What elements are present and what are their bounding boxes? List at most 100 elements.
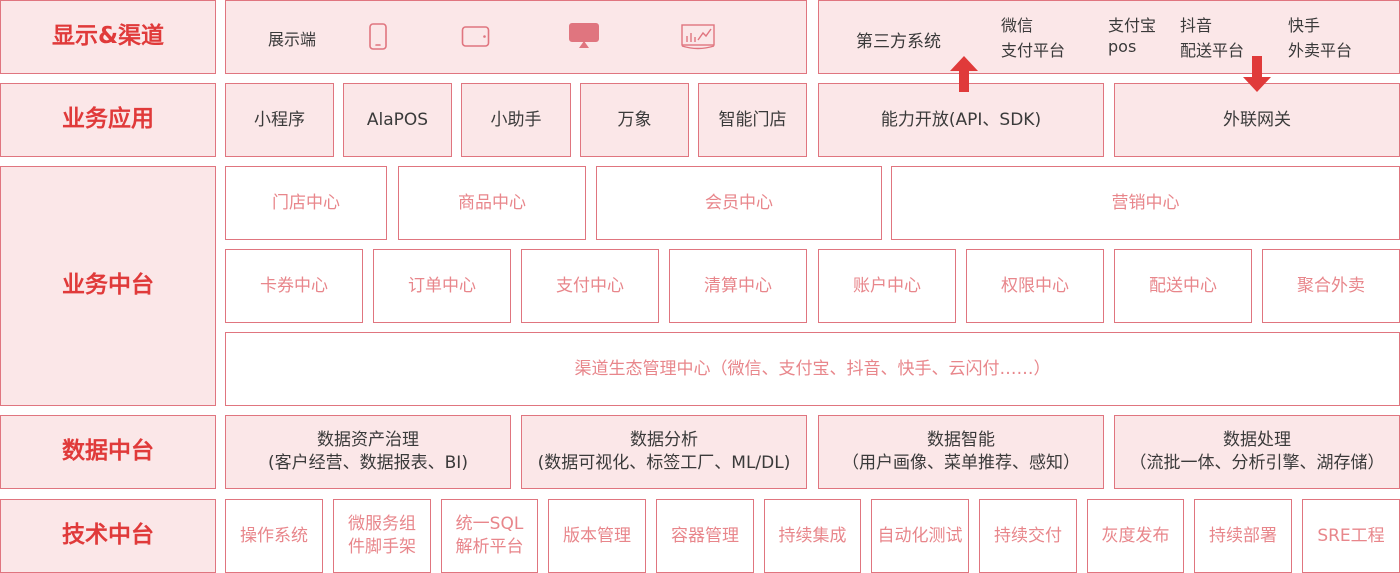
center-item-label: 聚合外卖 bbox=[1297, 275, 1365, 296]
gateway-box: 外联网关 bbox=[1114, 83, 1400, 157]
center-item: 卡券中心 bbox=[225, 249, 363, 323]
presentation-chart-icon bbox=[681, 24, 715, 50]
third-party-label: 第三方系统 bbox=[856, 32, 941, 52]
data-item-title: 数据智能 bbox=[927, 430, 995, 451]
phone-icon bbox=[369, 23, 387, 50]
data-item-title: 数据处理 bbox=[1223, 430, 1291, 451]
open-api-box: 能力开放(API、SDK) bbox=[818, 83, 1104, 157]
center-item-label: 会员中心 bbox=[705, 192, 773, 213]
tech-item-label: 灰度发布 bbox=[1101, 525, 1170, 546]
center-item-label: 商品中心 bbox=[458, 192, 526, 213]
tech-item-label: 版本管理 bbox=[563, 525, 631, 546]
third-party-item: 配送平台 bbox=[1180, 41, 1245, 60]
category-label: 数据中台 bbox=[62, 438, 154, 465]
tech-item: 操作系统 bbox=[225, 499, 323, 573]
third-party-item: 支付宝 bbox=[1108, 16, 1157, 35]
third-party-item: 抖音 bbox=[1180, 16, 1213, 35]
tech-item-label: 微服务组 bbox=[348, 514, 416, 535]
data-item-subtitle: (数据可视化、标签工厂、ML/DL) bbox=[537, 453, 791, 473]
center-item: 会员中心 bbox=[596, 166, 882, 240]
center-item: 订单中心 bbox=[373, 249, 511, 323]
tech-item: 统一SQL 解析平台 bbox=[441, 499, 538, 573]
third-party-item: 微信 bbox=[1001, 16, 1034, 35]
channel-ecosystem-label: 渠道生态管理中心（微信、支付宝、抖音、快手、云闪付……） bbox=[574, 358, 1051, 379]
arrow-up-icon bbox=[950, 56, 978, 92]
tech-item: 持续交付 bbox=[979, 499, 1077, 573]
tech-item-label: 操作系统 bbox=[240, 525, 308, 546]
app-item: 智能门店 bbox=[698, 83, 807, 157]
center-item-label: 配送中心 bbox=[1149, 275, 1217, 296]
third-party-item: 支付平台 bbox=[1001, 41, 1066, 60]
center-item: 权限中心 bbox=[966, 249, 1104, 323]
center-item-label: 账户中心 bbox=[853, 275, 921, 296]
data-item-subtitle: （流批一体、分析引擎、湖存储） bbox=[1129, 453, 1385, 473]
center-item: 清算中心 bbox=[669, 249, 807, 323]
tech-item: 容器管理 bbox=[656, 499, 754, 573]
app-item-label: AlaPOS bbox=[366, 109, 429, 130]
display-devices-label: 展示端 bbox=[268, 30, 317, 49]
tech-item-label: 持续部署 bbox=[1209, 525, 1277, 546]
app-item-label: 万象 bbox=[617, 109, 652, 130]
center-item: 聚合外卖 bbox=[1262, 249, 1400, 323]
app-item: 小程序 bbox=[225, 83, 334, 157]
tech-item-label: 持续交付 bbox=[994, 525, 1062, 546]
channel-ecosystem-center: 渠道生态管理中心（微信、支付宝、抖音、快手、云闪付……） bbox=[225, 332, 1400, 406]
tech-item: 自动化测试 bbox=[871, 499, 969, 573]
center-item-label: 权限中心 bbox=[1001, 275, 1069, 296]
third-party-item: 快手 bbox=[1288, 16, 1321, 35]
tech-item-label: SRE工程 bbox=[1317, 525, 1385, 546]
center-item-label: 订单中心 bbox=[408, 275, 476, 296]
category-label: 技术中台 bbox=[62, 522, 154, 549]
tech-item: 版本管理 bbox=[548, 499, 646, 573]
category-business-apps: 业务应用 bbox=[0, 83, 216, 157]
third-party-item: pos bbox=[1108, 37, 1137, 56]
data-item: 数据分析 (数据可视化、标签工厂、ML/DL) bbox=[521, 415, 807, 489]
data-item-title: 数据资产治理 bbox=[317, 430, 419, 451]
category-label: 业务中台 bbox=[62, 272, 154, 299]
center-item: 支付中心 bbox=[521, 249, 659, 323]
category-data-middle: 数据中台 bbox=[0, 415, 216, 489]
tech-item: 灰度发布 bbox=[1087, 499, 1184, 573]
category-label: 业务应用 bbox=[62, 106, 154, 133]
data-item: 数据处理 （流批一体、分析引擎、湖存储） bbox=[1114, 415, 1400, 489]
tech-item-label: 解析平台 bbox=[455, 537, 524, 557]
tech-item-label: 统一SQL bbox=[455, 514, 524, 535]
center-item: 账户中心 bbox=[818, 249, 956, 323]
center-item: 门店中心 bbox=[225, 166, 387, 240]
app-item: 万象 bbox=[580, 83, 689, 157]
app-item: AlaPOS bbox=[343, 83, 452, 157]
third-party-item: 外卖平台 bbox=[1288, 41, 1353, 60]
tech-item: 持续集成 bbox=[764, 499, 861, 573]
tech-item-label: 持续集成 bbox=[778, 525, 847, 546]
center-item-label: 支付中心 bbox=[556, 275, 624, 296]
data-item-subtitle: (客户经营、数据报表、BI) bbox=[268, 453, 468, 473]
gateway-label: 外联网关 bbox=[1223, 109, 1291, 130]
data-item: 数据资产治理 (客户经营、数据报表、BI) bbox=[225, 415, 511, 489]
center-item-label: 门店中心 bbox=[272, 192, 340, 213]
category-display-channel: 显示&渠道 bbox=[0, 0, 216, 74]
app-item: 小助手 bbox=[461, 83, 571, 157]
center-item-label: 卡券中心 bbox=[260, 275, 328, 296]
tech-item: 微服务组 件脚手架 bbox=[333, 499, 431, 573]
data-item-subtitle: （用户画像、菜单推荐、感知） bbox=[842, 453, 1080, 473]
app-item-label: 智能门店 bbox=[718, 109, 787, 130]
center-item: 营销中心 bbox=[891, 166, 1400, 240]
category-tech-middle: 技术中台 bbox=[0, 499, 216, 573]
data-item: 数据智能 （用户画像、菜单推荐、感知） bbox=[818, 415, 1104, 489]
app-item-label: 小助手 bbox=[490, 109, 542, 130]
center-item-label: 营销中心 bbox=[1111, 192, 1180, 213]
category-label: 显示&渠道 bbox=[51, 23, 165, 50]
tech-item: 持续部署 bbox=[1194, 499, 1292, 573]
open-api-label: 能力开放(API、SDK) bbox=[880, 109, 1042, 130]
monitor-icon bbox=[569, 23, 599, 48]
center-item: 配送中心 bbox=[1114, 249, 1252, 323]
tech-item-label: 自动化测试 bbox=[877, 525, 963, 546]
tech-item: SRE工程 bbox=[1302, 499, 1400, 573]
center-item-label: 清算中心 bbox=[704, 275, 772, 296]
arrow-down-icon bbox=[1243, 56, 1271, 92]
tech-item-label: 容器管理 bbox=[671, 525, 739, 546]
tablet-icon bbox=[461, 26, 490, 47]
tech-item-label: 件脚手架 bbox=[348, 537, 416, 557]
category-business-middle: 业务中台 bbox=[0, 166, 216, 406]
data-item-title: 数据分析 bbox=[630, 430, 698, 451]
